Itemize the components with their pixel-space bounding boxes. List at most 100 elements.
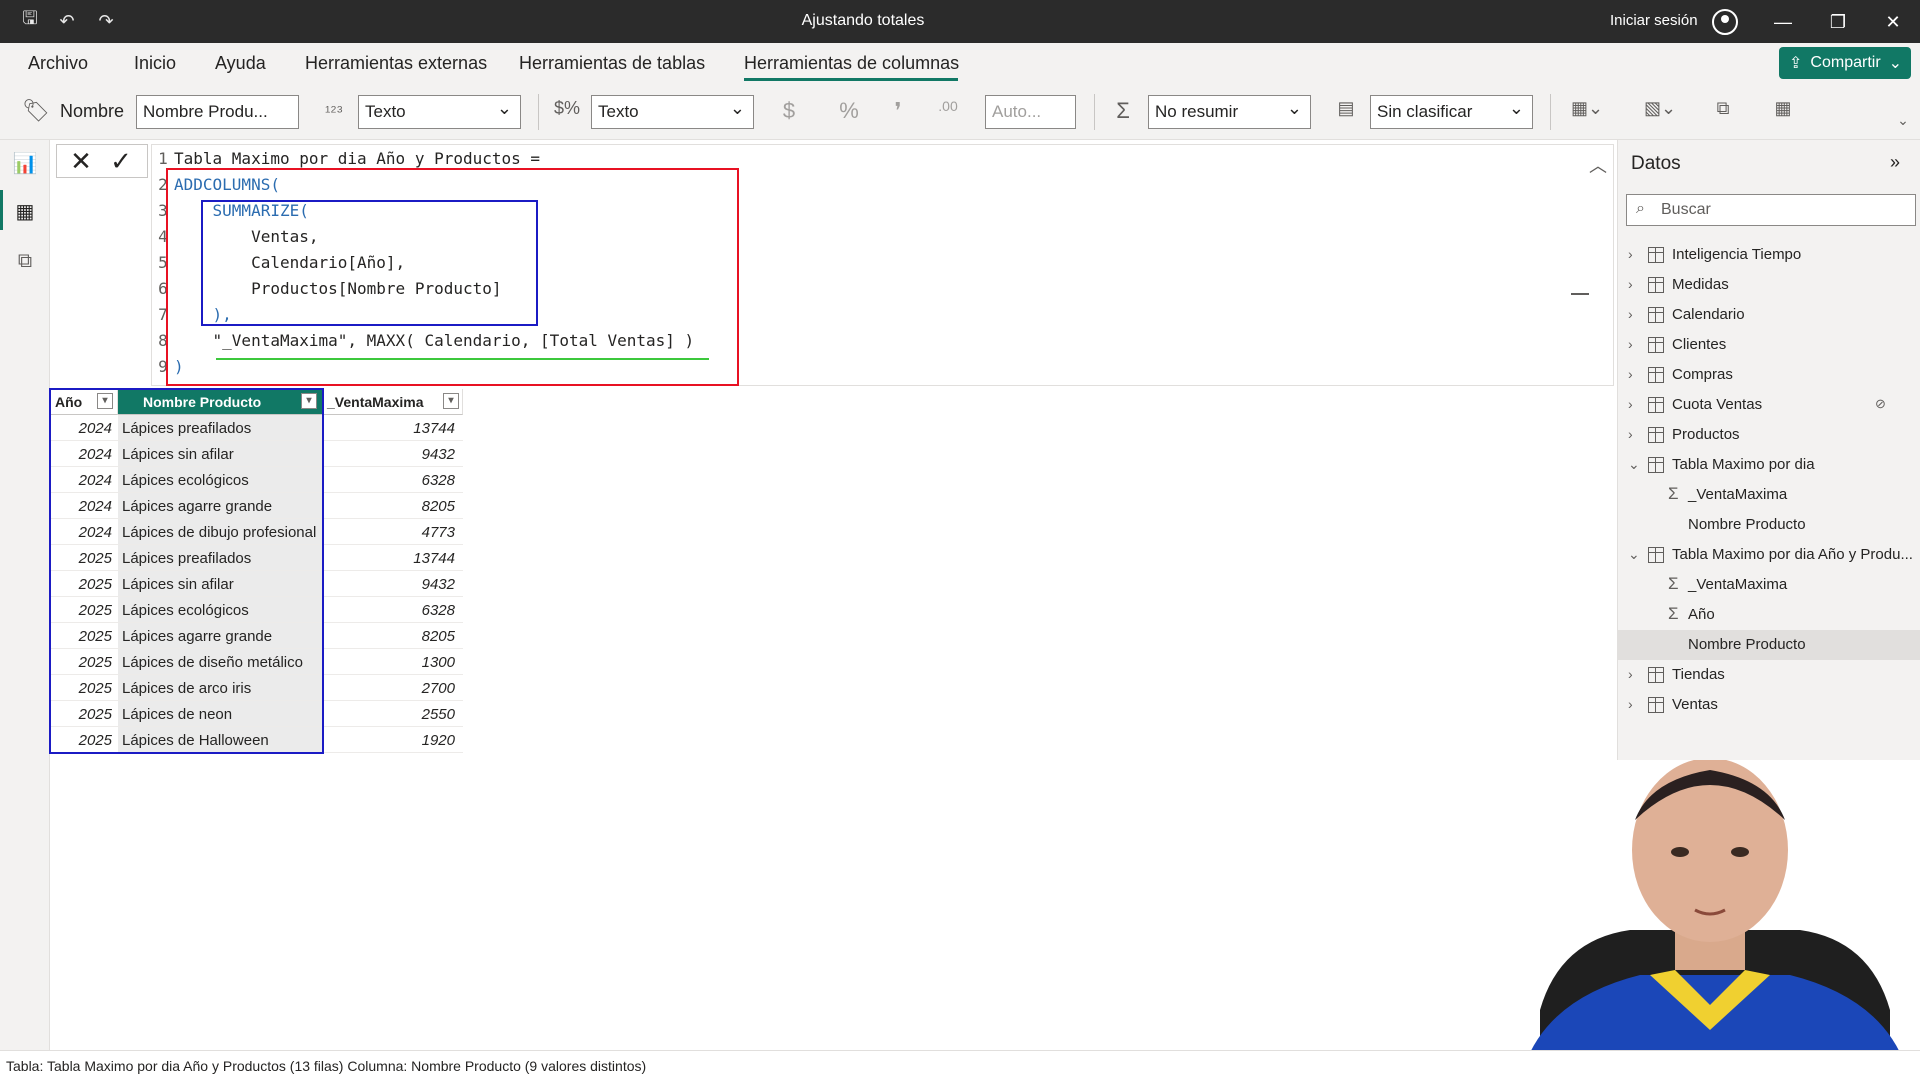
annotation-blue-box-grid bbox=[49, 388, 324, 754]
chevron-right-icon[interactable]: › bbox=[1628, 666, 1633, 682]
table-icon bbox=[1648, 397, 1664, 413]
data-groups-icon[interactable]: ▧⌄ bbox=[1638, 98, 1682, 119]
tab-inicio[interactable]: Inicio bbox=[134, 53, 176, 74]
field-tree-label: Medidas bbox=[1672, 276, 1729, 293]
currency-icon[interactable]: $ bbox=[778, 98, 800, 124]
cell-ventamaxima: 4773 bbox=[421, 524, 455, 541]
cell-ventamaxima: 2550 bbox=[421, 706, 455, 723]
field-tree-table[interactable]: ⌄ Tabla Maximo por dia bbox=[1618, 450, 1920, 480]
field-tree-label: Nombre Producto bbox=[1688, 636, 1806, 653]
column-header-ventamaxima[interactable]: _VentaMaxima ▾ bbox=[323, 389, 463, 415]
chevron-down-icon[interactable]: ⌄ bbox=[1628, 546, 1640, 563]
data-category-dropdown[interactable]: Sin clasificar bbox=[1370, 95, 1533, 129]
field-tree-label: Compras bbox=[1672, 366, 1733, 383]
new-column-icon[interactable]: ▦ bbox=[1770, 98, 1796, 119]
share-icon: ⇪ bbox=[1789, 55, 1803, 72]
datatype-dropdown[interactable]: Texto bbox=[358, 95, 521, 129]
cell-ventamaxima: 2700 bbox=[421, 680, 455, 697]
table-icon bbox=[1648, 667, 1664, 683]
field-tree-table[interactable]: › Ventas bbox=[1618, 690, 1920, 720]
field-tree-column[interactable]: Σ Año bbox=[1618, 600, 1920, 630]
filter-dropdown-icon[interactable]: ▾ bbox=[443, 393, 459, 409]
field-tree-table[interactable]: › Clientes bbox=[1618, 330, 1920, 360]
percent-icon[interactable]: % bbox=[835, 98, 863, 124]
column-name-input[interactable]: Nombre Produ... bbox=[136, 95, 299, 129]
field-tree-table[interactable]: › Compras bbox=[1618, 360, 1920, 390]
category-icon: ▤ bbox=[1337, 98, 1355, 118]
chevron-down-icon[interactable]: ⌄ bbox=[1628, 456, 1640, 473]
field-tree-table[interactable]: › Tiendas bbox=[1618, 660, 1920, 690]
sigma-icon: Σ bbox=[1668, 484, 1679, 503]
field-tree-column[interactable]: Σ _VentaMaxima bbox=[1618, 480, 1920, 510]
cell-ventamaxima: 8205 bbox=[421, 498, 455, 515]
field-tree-column[interactable]: Nombre Producto bbox=[1618, 510, 1920, 540]
format-dropdown[interactable]: Texto bbox=[591, 95, 754, 129]
field-tree-column[interactable]: Σ _VentaMaxima bbox=[1618, 570, 1920, 600]
decimal-places-input[interactable]: Auto... bbox=[985, 95, 1076, 129]
table-icon bbox=[1648, 427, 1664, 443]
chevron-right-icon[interactable]: › bbox=[1628, 306, 1633, 322]
manage-relationships-icon[interactable]: ⧉ bbox=[1710, 98, 1736, 119]
column-header-label: _VentaMaxima bbox=[327, 394, 424, 410]
status-bar: Tabla: Tabla Maximo por dia Año y Produc… bbox=[0, 1050, 1920, 1080]
tab-herramientas-de-columnas[interactable]: Herramientas de columnas bbox=[744, 53, 959, 74]
commit-formula-icon[interactable]: ✓ bbox=[103, 147, 139, 175]
report-view-icon[interactable]: 📊 bbox=[12, 150, 38, 176]
summarize-dropdown[interactable]: No resumir bbox=[1148, 95, 1311, 129]
field-tree-table[interactable]: › Cuota Ventas ⊘ bbox=[1618, 390, 1920, 420]
avatar-icon[interactable] bbox=[1712, 9, 1738, 35]
field-tree-table[interactable]: › Productos bbox=[1618, 420, 1920, 450]
tab-archivo[interactable]: Archivo bbox=[28, 53, 88, 74]
separator bbox=[1550, 94, 1551, 130]
table-icon bbox=[1648, 457, 1664, 473]
chevron-right-icon[interactable]: › bbox=[1628, 276, 1633, 292]
hidden-eye-icon[interactable]: ⊘ bbox=[1875, 396, 1886, 412]
tag-icon: 🏷 bbox=[22, 98, 50, 123]
close-icon[interactable]: ✕ bbox=[1878, 9, 1908, 35]
window-title: Ajustando totales bbox=[801, 12, 925, 29]
field-tree-label: Cuota Ventas bbox=[1672, 396, 1763, 413]
field-tree-table[interactable]: › Calendario bbox=[1618, 300, 1920, 330]
chevron-right-icon[interactable]: › bbox=[1628, 336, 1633, 352]
minimize-icon[interactable]: — bbox=[1768, 9, 1798, 35]
cell-ventamaxima: 13744 bbox=[413, 550, 455, 567]
ribbon-collapse-icon[interactable]: ⌄ bbox=[1895, 112, 1911, 129]
collapse-formula-icon[interactable]: ︿ bbox=[1589, 152, 1607, 178]
share-button[interactable]: ⇪ Compartir ⌄ bbox=[1779, 47, 1911, 79]
signin-link[interactable]: Iniciar sesión bbox=[1610, 12, 1698, 29]
annotation-green-underline bbox=[216, 358, 709, 360]
chevron-right-icon[interactable]: › bbox=[1628, 426, 1633, 442]
field-tree-table[interactable]: › Inteligencia Tiempo bbox=[1618, 240, 1920, 270]
tab-herramientas-de-tablas[interactable]: Herramientas de tablas bbox=[519, 53, 705, 74]
cancel-formula-icon[interactable]: ✕ bbox=[63, 147, 99, 175]
formula-actions: ✕ ✓ bbox=[56, 144, 148, 178]
separator bbox=[538, 94, 539, 130]
model-view-icon[interactable]: ⧉ bbox=[12, 248, 38, 274]
sort-by-column-icon[interactable]: ▦⌄ bbox=[1565, 98, 1609, 119]
sigma-icon: Σ bbox=[1668, 574, 1679, 593]
field-tree-label: Año bbox=[1688, 606, 1715, 623]
field-tree-label: Tiendas bbox=[1672, 666, 1725, 683]
search-input[interactable]: Buscar bbox=[1626, 194, 1916, 226]
chevron-right-icon[interactable]: › bbox=[1628, 396, 1633, 412]
table-view-icon[interactable]: ▦ bbox=[12, 198, 38, 224]
tab-ayuda[interactable]: Ayuda bbox=[215, 53, 266, 74]
field-tree-table[interactable]: › Medidas bbox=[1618, 270, 1920, 300]
cell-ventamaxima: 9432 bbox=[421, 446, 455, 463]
field-tree-table[interactable]: ⌄ Tabla Maximo por dia Año y Produ... bbox=[1618, 540, 1920, 570]
table-icon bbox=[1648, 367, 1664, 383]
chevron-right-icon[interactable]: › bbox=[1628, 366, 1633, 382]
field-tree-column[interactable]: Nombre Producto bbox=[1618, 630, 1920, 660]
name-label: Nombre bbox=[60, 101, 125, 121]
decimal-icon[interactable]: .00 bbox=[934, 98, 962, 114]
chevron-right-icon[interactable]: › bbox=[1628, 246, 1633, 262]
field-tree-label: _VentaMaxima bbox=[1688, 486, 1788, 503]
collapse-pane-icon[interactable]: » bbox=[1890, 152, 1900, 173]
datatype-icon: ₁₂₃ bbox=[324, 98, 344, 115]
cell-ventamaxima: 6328 bbox=[421, 472, 455, 489]
comma-icon[interactable]: ❜ bbox=[888, 98, 908, 124]
tab-herramientas-externas[interactable]: Herramientas externas bbox=[305, 53, 487, 74]
chevron-right-icon[interactable]: › bbox=[1628, 696, 1633, 712]
restore-icon[interactable]: ❐ bbox=[1823, 9, 1853, 35]
cell-ventamaxima: 1920 bbox=[421, 732, 455, 749]
